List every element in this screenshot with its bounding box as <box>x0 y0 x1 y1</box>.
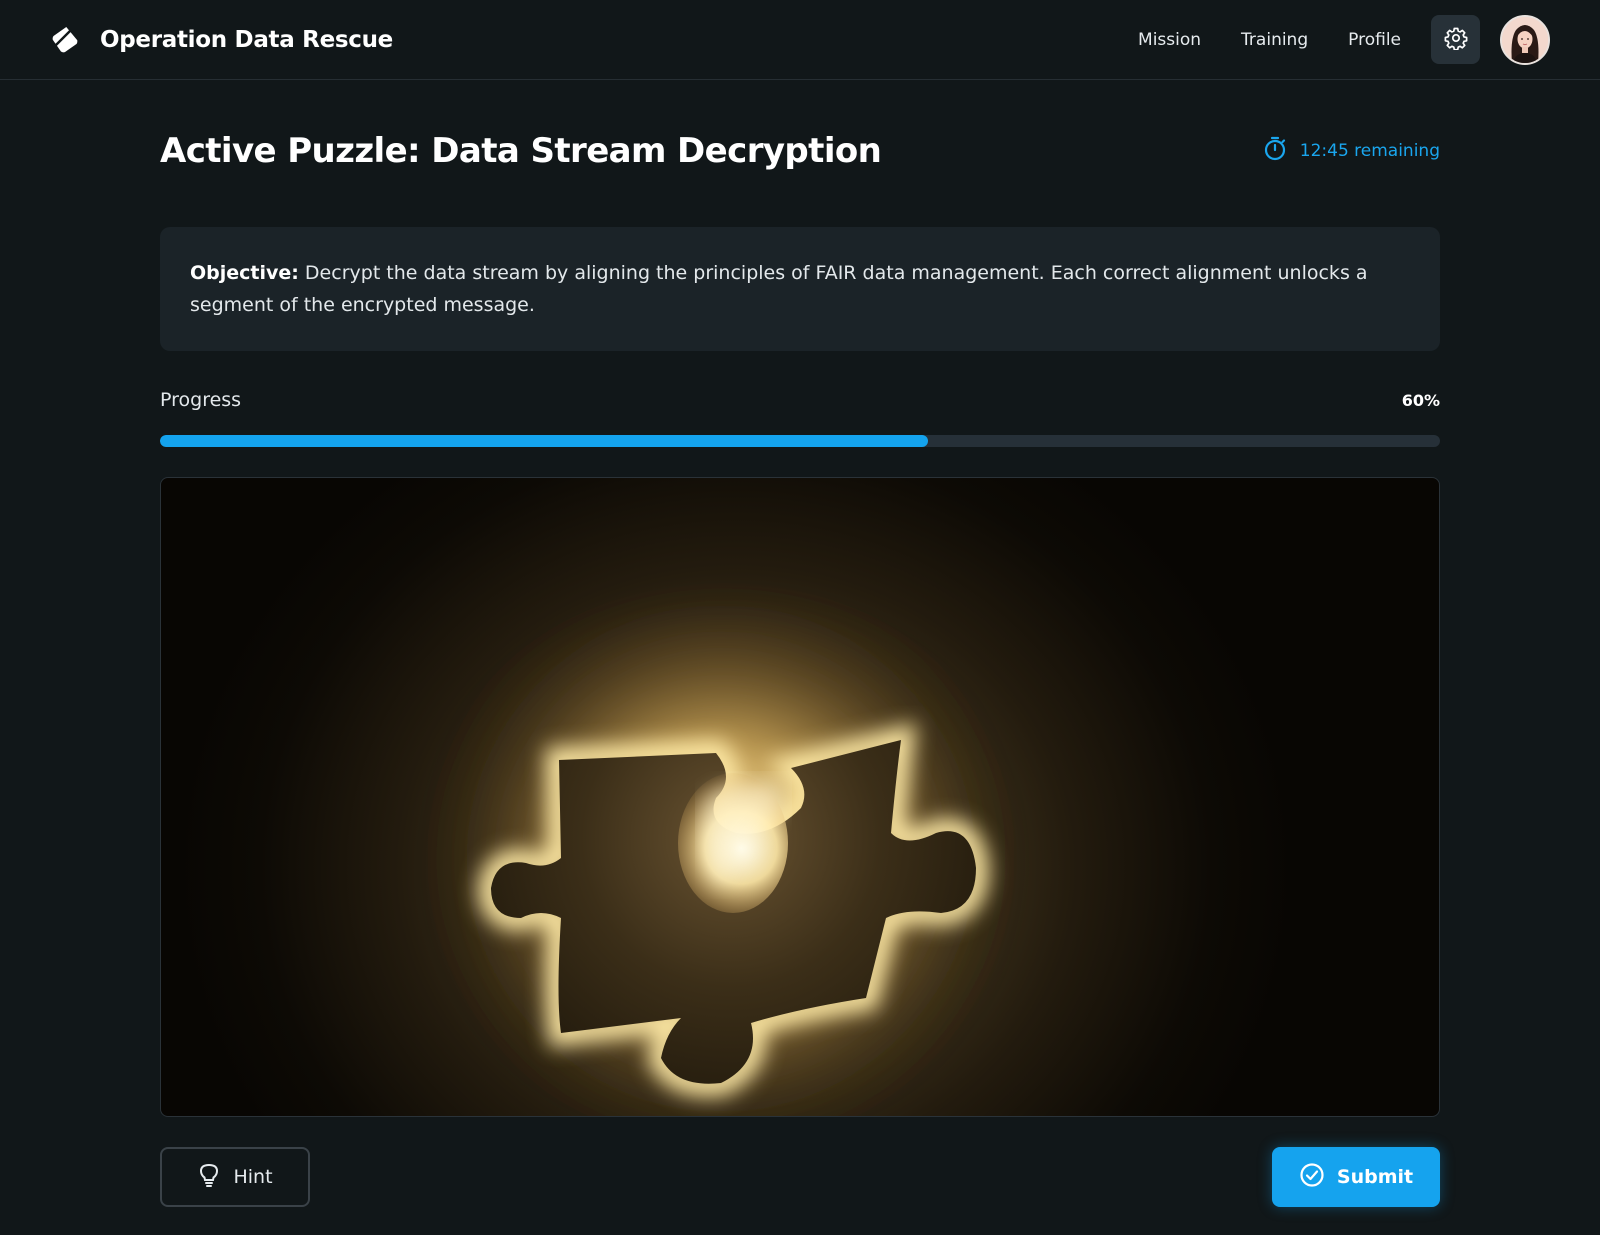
diamond-tag-icon <box>50 25 80 55</box>
user-avatar[interactable] <box>1500 14 1550 65</box>
submit-label: Submit <box>1336 1166 1414 1188</box>
objective-panel: Objective: Decrypt the data stream by al… <box>160 227 1440 351</box>
submit-button[interactable]: Submit <box>1272 1147 1440 1207</box>
gear-icon <box>1444 26 1468 54</box>
brand-title: Operation Data Rescue <box>100 26 393 53</box>
nav-link-training[interactable]: Training <box>1241 30 1308 50</box>
nav-link-profile[interactable]: Profile <box>1348 30 1401 50</box>
main-content: Active Puzzle: Data Stream Decryption 12… <box>160 80 1440 1207</box>
page-title: Active Puzzle: Data Stream Decryption <box>160 130 882 171</box>
hint-button[interactable]: Hint <box>160 1147 310 1207</box>
progress-bar-fill <box>160 435 928 447</box>
timer-text: 12:45 remaining <box>1299 140 1440 161</box>
progress-label: Progress <box>160 389 242 411</box>
nav-link-mission[interactable]: Mission <box>1138 30 1201 50</box>
action-row: Hint Submit <box>160 1147 1440 1207</box>
progress-header: Progress 60% <box>160 387 1440 413</box>
hint-label: Hint <box>233 1166 273 1188</box>
check-circle-icon <box>1299 1162 1325 1193</box>
lightbulb-icon <box>197 1162 221 1193</box>
main-nav: Mission Training Profile <box>1138 14 1550 65</box>
stopwatch-icon <box>1262 135 1288 166</box>
timer: 12:45 remaining <box>1262 135 1440 166</box>
title-row: Active Puzzle: Data Stream Decryption 12… <box>160 80 1440 227</box>
top-header: Operation Data Rescue Mission Training P… <box>0 0 1600 80</box>
brand[interactable]: Operation Data Rescue <box>50 25 393 55</box>
progress-percent: 60% <box>1401 390 1440 410</box>
objective-text: Decrypt the data stream by aligning the … <box>190 262 1368 316</box>
settings-button[interactable] <box>1431 15 1480 64</box>
puzzle-image[interactable] <box>160 477 1440 1117</box>
progress-bar <box>160 435 1440 447</box>
objective-label: Objective: <box>190 262 299 284</box>
